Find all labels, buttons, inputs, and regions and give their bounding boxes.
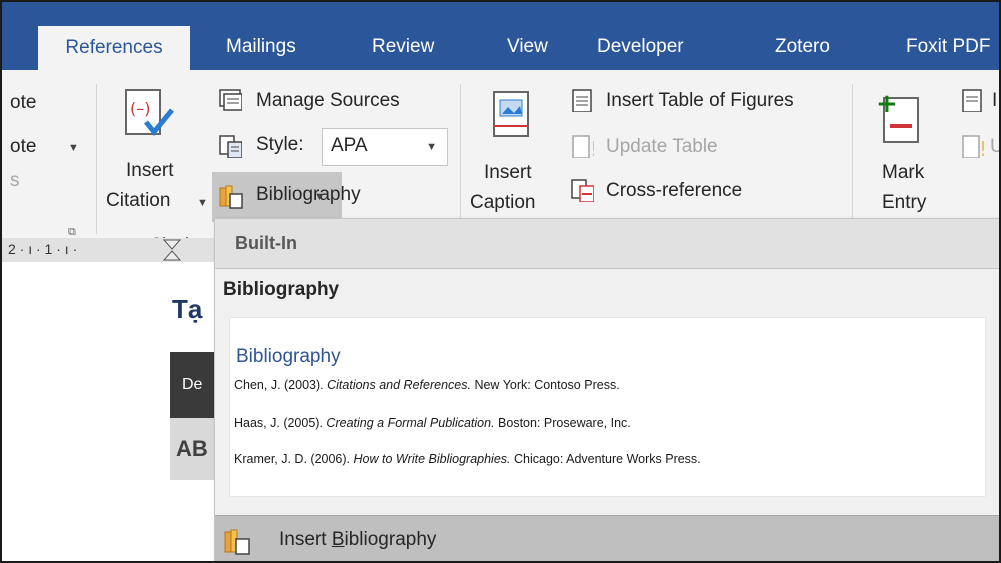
insert-citation-line2[interactable]: Citation: [106, 190, 170, 212]
tab-references[interactable]: References: [38, 26, 190, 70]
insert-index-icon: [962, 89, 982, 112]
insert-citation-line1[interactable]: Insert: [126, 160, 174, 182]
insert-bibliography-menu-item[interactable]: Insert Bibliography: [215, 515, 999, 561]
svg-text:+: +: [876, 90, 898, 119]
insert-footnote-partial[interactable]: ote: [10, 92, 36, 114]
insert-caption-line2[interactable]: Caption: [470, 192, 536, 214]
document-heading-partial: Tạ: [172, 294, 203, 324]
preview-entry: Kramer, J. D. (2006). How to Write Bibli…: [234, 452, 701, 466]
group-divider: [852, 84, 853, 234]
insert-table-of-figures-button[interactable]: Insert Table of Figures: [606, 90, 794, 112]
update-index-partial[interactable]: U: [990, 136, 999, 158]
tab-mailings[interactable]: Mailings: [226, 24, 296, 70]
manage-sources-icon: [219, 89, 242, 111]
gallery-header-label: Built-In: [235, 233, 297, 253]
tab-developer[interactable]: Developer: [597, 24, 684, 70]
insert-index-partial[interactable]: I: [992, 90, 997, 112]
chevron-down-icon[interactable]: ▼: [314, 191, 325, 203]
gallery-header: Built-In: [215, 219, 999, 269]
chevron-down-icon[interactable]: ▼: [68, 142, 79, 154]
show-notes-partial: s: [10, 170, 20, 191]
insert-citation-icon[interactable]: (–): [122, 88, 176, 142]
mark-entry-icon[interactable]: +: [874, 90, 924, 152]
tab-zotero[interactable]: Zotero: [775, 24, 830, 70]
table-of-figures-icon: [572, 89, 592, 112]
tab-foxit-pdf[interactable]: Foxit PDF: [906, 24, 990, 70]
table-header-cell: De: [170, 352, 218, 418]
svg-text:!: !: [979, 137, 984, 158]
bibliography-style-option[interactable]: Bibliography Chen, J. (2003). Citations …: [229, 317, 986, 497]
manage-sources-button[interactable]: Manage Sources: [256, 90, 400, 112]
preview-heading: Bibliography: [236, 346, 341, 367]
update-table-button[interactable]: Update Table: [606, 136, 718, 158]
insert-caption-icon[interactable]: [490, 90, 534, 146]
preview-entry: Haas, J. (2005). Creating a Formal Publi…: [234, 416, 631, 430]
insert-bibliography-label: Insert Bibliography: [279, 529, 437, 550]
update-index-icon: !: [962, 135, 984, 158]
cross-reference-button[interactable]: Cross-reference: [606, 180, 742, 202]
style-select[interactable]: APA ▼: [322, 128, 448, 166]
next-footnote-partial[interactable]: ote: [10, 136, 36, 158]
ribbon: ote ote ▼ s ⧉ (–) Insert Citation ▼ Mana…: [2, 70, 999, 253]
svg-text:!: !: [590, 137, 594, 158]
bibliography-icon: [219, 185, 243, 209]
tab-review[interactable]: Review: [372, 24, 434, 70]
ribbon-tab-bar: References Mailings Review View Develope…: [2, 2, 999, 70]
ruler-marks: 2 · ı · 1 · ı ·: [8, 241, 78, 257]
mark-entry-line1[interactable]: Mark: [882, 162, 924, 184]
group-divider: [96, 84, 97, 234]
cross-reference-icon: [571, 179, 594, 202]
svg-text:(–): (–): [130, 99, 150, 118]
bibliography-gallery-menu: Built-In Bibliography Bibliography Chen,…: [214, 218, 999, 561]
style-icon: [219, 135, 242, 158]
insert-caption-line1[interactable]: Insert: [484, 162, 532, 184]
preview-entry: Chen, J. (2003). Citations and Reference…: [234, 378, 620, 392]
gallery-item-title: Bibliography: [223, 279, 340, 300]
chevron-down-icon[interactable]: ▼: [426, 141, 437, 153]
word-window: References Mailings Review View Develope…: [0, 0, 1001, 563]
update-table-icon: !: [572, 135, 594, 158]
mark-entry-line2[interactable]: Entry: [882, 192, 926, 214]
table-cell: AB: [170, 418, 218, 480]
indent-marker-icon[interactable]: [160, 238, 184, 262]
document-table: De AB: [170, 352, 218, 482]
chevron-down-icon[interactable]: ▼: [197, 197, 208, 209]
bibliography-icon: [224, 529, 250, 555]
group-divider: [460, 84, 461, 234]
tab-view[interactable]: View: [507, 24, 548, 70]
style-select-value: APA: [331, 135, 368, 156]
bibliography-button-label: Bibliography: [256, 184, 361, 205]
style-label: Style:: [256, 134, 304, 155]
